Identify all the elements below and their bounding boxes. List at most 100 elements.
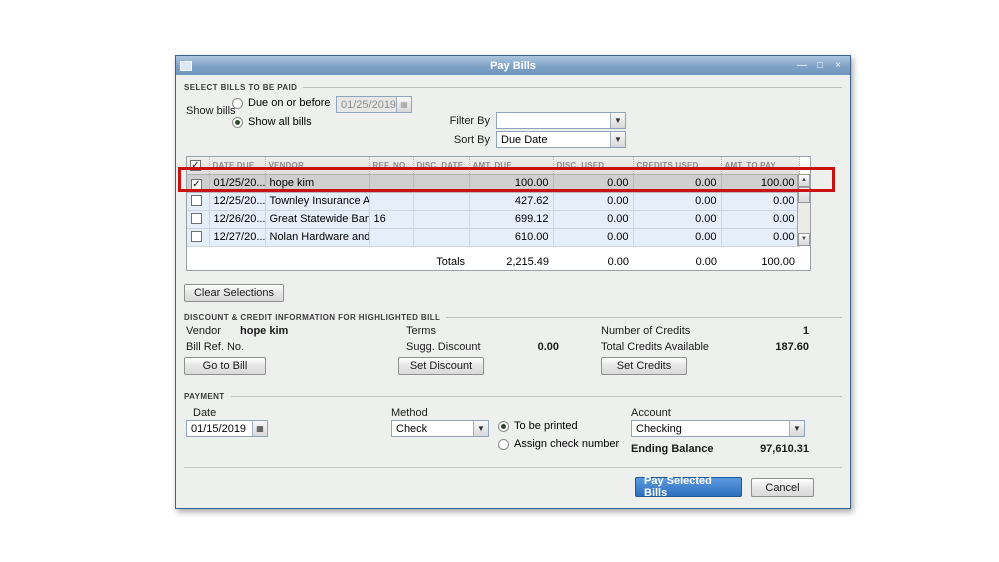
select-all-checkbox-cell[interactable]: ✓ — [187, 157, 210, 175]
due-on-or-before-label: Due on or before — [248, 97, 331, 109]
due-on-or-before-radio-icon[interactable] — [232, 97, 243, 109]
vendor-label: Vendor — [186, 325, 221, 337]
ending-balance-value: 97,610.31 — [760, 443, 809, 455]
payment-section-header: PAYMENT — [184, 392, 842, 401]
table-row[interactable]: 12/26/20... Great Statewide Bank 16 699.… — [187, 209, 800, 229]
cell-vendor: Townley Insurance A... — [265, 192, 370, 211]
radio-assign-check-number[interactable]: Assign check number — [498, 438, 619, 450]
pay-selected-bills-button[interactable]: Pay Selected Bills — [635, 475, 742, 499]
select-bills-section-label: SELECT BILLS TO BE PAID — [184, 83, 298, 92]
section-rule — [303, 87, 842, 88]
table-row[interactable]: 12/25/20... Townley Insurance A... 427.6… — [187, 191, 800, 211]
col-amt-due[interactable]: AMT. DUE — [469, 157, 554, 175]
totals-amt-to-pay: 100.00 — [761, 255, 796, 268]
cancel-button[interactable]: Cancel — [751, 478, 814, 497]
chevron-down-icon[interactable]: ▼ — [610, 113, 625, 128]
show-all-bills-label: Show all bills — [248, 116, 312, 128]
title-bar[interactable]: Pay Bills — □ × — [176, 56, 850, 75]
cell-disc-used: 0.00 — [553, 174, 634, 193]
cell-vendor: Nolan Hardware and ... — [265, 228, 370, 247]
row-checkbox[interactable]: ✓ — [191, 178, 202, 190]
cell-amt-to-pay[interactable]: 0.00 — [720, 191, 800, 211]
maximize-icon[interactable]: □ — [814, 59, 826, 73]
chevron-down-icon[interactable]: ▼ — [473, 421, 488, 436]
total-credits-value: 187.60 — [775, 341, 809, 353]
radio-due-on-or-before[interactable]: Due on or before — [232, 97, 331, 109]
filter-by-value — [497, 113, 610, 128]
col-disc-used[interactable]: DISC. USED — [553, 157, 634, 175]
scrollbar-track[interactable] — [798, 203, 810, 233]
account-label: Account — [631, 407, 671, 419]
scroll-down-icon[interactable]: ▼ — [798, 233, 810, 246]
select-all-checkbox[interactable]: ✓ — [190, 159, 201, 171]
radio-show-all-bills[interactable]: Show all bills — [232, 116, 312, 128]
account-value: Checking — [636, 423, 682, 435]
col-date-due[interactable]: DATE DUE — [209, 157, 266, 175]
to-be-printed-label: To be printed — [514, 420, 578, 432]
calendar-icon[interactable]: ▦ — [252, 421, 267, 436]
assign-check-label: Assign check number — [514, 438, 620, 450]
scroll-up-icon[interactable]: ▲ — [798, 174, 810, 187]
method-dropdown[interactable]: Check ▼ — [391, 420, 489, 437]
totals-disc-used: 0.00 — [607, 255, 630, 268]
scrollbar-thumb[interactable] — [798, 187, 810, 203]
row-checkbox[interactable] — [191, 194, 202, 206]
account-dropdown[interactable]: Checking ▼ — [631, 420, 805, 437]
cell-credits-used: 0.00 — [633, 174, 722, 193]
cell-credits-used: 0.00 — [633, 210, 722, 229]
calendar-icon[interactable]: ▦ — [396, 97, 411, 112]
totals-row: Totals 2,215.49 0.00 0.00 100.00 — [187, 254, 799, 270]
window-title: Pay Bills — [490, 59, 536, 72]
cell-ref-no — [369, 174, 414, 193]
cell-disc-date — [413, 228, 470, 247]
cell-amt-due: 610.00 — [469, 228, 554, 247]
set-discount-button[interactable]: Set Discount — [398, 357, 484, 375]
row-checkbox[interactable] — [191, 230, 202, 242]
terms-label: Terms — [406, 325, 436, 337]
col-ref-no[interactable]: REF. NO. — [369, 157, 414, 175]
sugg-discount-label: Sugg. Discount — [406, 341, 481, 353]
totals-amt-due: 2,215.49 — [506, 255, 550, 268]
col-disc-date[interactable]: DISC. DATE — [413, 157, 470, 175]
col-credits-used[interactable]: CREDITS USED — [633, 157, 722, 175]
sort-by-dropdown[interactable]: Due Date ▼ — [496, 131, 626, 148]
payment-date-value: 01/15/2019 — [191, 423, 247, 435]
ending-balance-label: Ending Balance — [631, 443, 714, 455]
bills-grid: ✓ DATE DUE VENDOR REF. NO. DISC. DATE AM… — [187, 157, 800, 247]
go-to-bill-button[interactable]: Go to Bill — [184, 357, 266, 375]
cell-disc-used: 0.00 — [553, 228, 634, 247]
cell-amt-to-pay[interactable]: 100.00 — [720, 173, 800, 193]
show-all-bills-radio-icon[interactable] — [232, 116, 243, 128]
section-rule — [230, 396, 842, 397]
table-scrollbar[interactable]: ▲ ▼ — [797, 174, 810, 246]
row-checkbox[interactable] — [191, 212, 202, 224]
filter-by-dropdown[interactable]: ▼ — [496, 112, 626, 129]
radio-to-be-printed[interactable]: To be printed — [498, 420, 578, 432]
col-vendor[interactable]: VENDOR — [265, 157, 370, 175]
cell-disc-used: 0.00 — [553, 192, 634, 211]
number-of-credits-label: Number of Credits — [601, 325, 691, 337]
table-row[interactable]: 12/27/20... Nolan Hardware and ... 610.0… — [187, 227, 800, 247]
cell-amt-due: 699.12 — [469, 210, 554, 229]
col-amt-to-pay[interactable]: AMT. TO PAY — [721, 157, 800, 175]
cell-date-due: 12/27/20... — [209, 228, 266, 247]
cell-amt-to-pay[interactable]: 0.00 — [720, 209, 800, 229]
minimize-icon[interactable]: — — [796, 59, 808, 73]
cell-amt-to-pay[interactable]: 0.00 — [720, 227, 800, 247]
to-be-printed-radio-icon[interactable] — [498, 420, 509, 432]
cell-ref-no — [369, 192, 414, 211]
chevron-down-icon[interactable]: ▼ — [610, 132, 625, 147]
cell-credits-used: 0.00 — [633, 192, 722, 211]
table-row[interactable]: ✓ 01/25/20... hope kim 100.00 0.00 0.00 … — [187, 173, 800, 193]
assign-check-radio-icon[interactable] — [498, 438, 509, 450]
chevron-down-icon[interactable]: ▼ — [789, 421, 804, 436]
method-label: Method — [391, 407, 428, 419]
cell-date-due: 01/25/20... — [209, 174, 266, 193]
due-date-field[interactable]: 01/25/2019 ▦ — [336, 96, 412, 113]
payment-date-field[interactable]: 01/15/2019 ▦ — [186, 420, 268, 437]
close-icon[interactable]: × — [832, 59, 844, 73]
payment-date-label: Date — [193, 407, 217, 419]
set-credits-button[interactable]: Set Credits — [601, 357, 687, 375]
table-header-row: ✓ DATE DUE VENDOR REF. NO. DISC. DATE AM… — [187, 157, 800, 175]
clear-selections-button[interactable]: Clear Selections — [184, 284, 284, 302]
